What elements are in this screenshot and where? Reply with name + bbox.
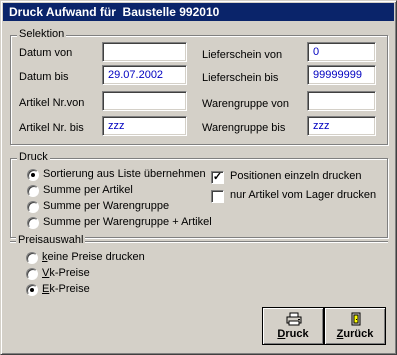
radio-summe-warengruppe-label: Summe per Warengruppe (43, 200, 170, 212)
druck-button[interactable]: Druck (262, 307, 324, 345)
selektion-legend: Selektion (17, 28, 67, 40)
dialog-window: Druck Aufwand für Baustelle 992010 Selek… (0, 0, 397, 355)
radio-ek-preise-circle[interactable] (26, 284, 38, 296)
lieferschein-bis-label: Lieferschein bis (202, 72, 279, 84)
warengruppe-bis-field[interactable]: zzz (307, 116, 376, 136)
druck-legend: Druck (17, 151, 50, 163)
printer-icon (286, 312, 302, 326)
preisauswahl-legend: Preisauswahl (16, 234, 86, 246)
title-bar: Druck Aufwand für Baustelle 992010 (3, 3, 394, 21)
radio-summe-artikel-label: Summe per Artikel (43, 184, 133, 196)
radio-summe-artikel-circle[interactable] (27, 185, 39, 197)
zurueck-button-label: Zurück (336, 328, 374, 340)
check-positionen-einzeln-label: Positionen einzeln drucken (230, 170, 362, 182)
check-nur-lager-label: nur Artikel vom Lager drucken (230, 189, 377, 201)
check-nur-lager-box[interactable] (211, 190, 224, 203)
radio-summe-warengruppe-circle[interactable] (27, 201, 39, 213)
datum-bis-label: Datum bis (19, 71, 69, 83)
preisauswahl-group: Preisauswahl keine Preise drucken Vk-Pre… (10, 234, 388, 301)
datum-von-field[interactable] (102, 42, 187, 62)
druck-group: Druck Sortierung aus Liste übernehmen Su… (10, 151, 388, 238)
radio-summe-warengruppe-artikel-label: Summe per Warengruppe + Artikel (43, 216, 212, 228)
door-exit-icon (351, 312, 361, 326)
datum-von-label: Datum von (19, 47, 73, 59)
check-positionen-einzeln-box[interactable]: ✓ (211, 171, 224, 184)
radio-vk-preise-circle[interactable] (26, 268, 38, 280)
warengruppe-bis-label: Warengruppe bis (202, 122, 286, 134)
radio-sortierung-label: Sortierung aus Liste übernehmen (43, 168, 206, 180)
artikel-bis-label: Artikel Nr. bis (19, 122, 84, 134)
warengruppe-von-field[interactable] (307, 91, 376, 111)
radio-keine-preise-circle[interactable] (26, 252, 38, 264)
druck-button-label: Druck (277, 328, 309, 340)
warengruppe-von-label: Warengruppe von (202, 98, 290, 110)
artikel-bis-field[interactable]: zzz (102, 116, 187, 136)
zurueck-button[interactable]: Zurück (324, 307, 386, 345)
datum-bis-field[interactable]: 29.07.2002 (102, 65, 187, 85)
radio-ek-preise-label: Ek-Preise (42, 283, 90, 295)
window-title: Druck Aufwand für Baustelle 992010 (9, 5, 220, 19)
radio-summe-warengruppe-artikel-circle[interactable] (27, 217, 39, 229)
selektion-group: Selektion Datum von Datum bis 29.07.2002… (10, 28, 388, 145)
artikel-von-field[interactable] (102, 91, 187, 111)
artikel-von-label: Artikel Nr.von (19, 97, 85, 109)
radio-vk-preise-label: Vk-Preise (42, 267, 90, 279)
lieferschein-von-field[interactable]: 0 (307, 42, 376, 62)
radio-sortierung-circle[interactable] (27, 169, 39, 181)
lieferschein-von-label: Lieferschein von (202, 49, 283, 61)
lieferschein-bis-field[interactable]: 99999999 (307, 65, 376, 85)
radio-keine-preise-label: keine Preise drucken (42, 251, 145, 263)
